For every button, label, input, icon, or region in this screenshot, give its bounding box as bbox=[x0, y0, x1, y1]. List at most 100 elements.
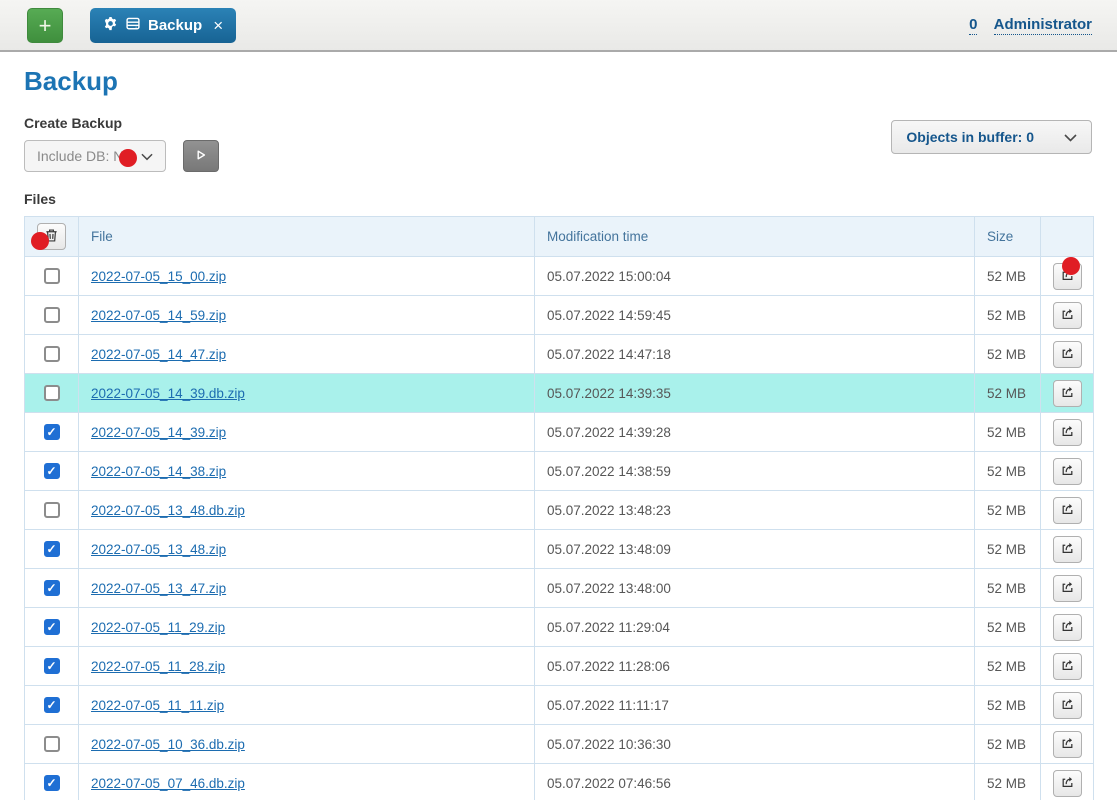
export-button[interactable] bbox=[1053, 770, 1082, 797]
close-icon[interactable]: × bbox=[213, 16, 223, 36]
row-mtime: 05.07.2022 14:39:28 bbox=[535, 413, 975, 452]
column-header-actions bbox=[1041, 217, 1094, 257]
file-link[interactable]: 2022-07-05_13_47.zip bbox=[91, 581, 226, 596]
export-icon bbox=[1060, 618, 1075, 636]
row-mtime: 05.07.2022 11:29:04 bbox=[535, 608, 975, 647]
row-checkbox[interactable] bbox=[44, 658, 60, 674]
click-marker-include-db bbox=[119, 149, 137, 167]
row-checkbox[interactable] bbox=[44, 385, 60, 401]
row-size: 52 MB bbox=[975, 452, 1041, 491]
file-link[interactable]: 2022-07-05_14_39.zip bbox=[91, 425, 226, 440]
run-backup-button[interactable] bbox=[183, 140, 219, 172]
column-header-size[interactable]: Size bbox=[975, 217, 1041, 257]
export-icon bbox=[1060, 384, 1075, 402]
row-checkbox[interactable] bbox=[44, 268, 60, 284]
files-table-body: 2022-07-05_15_00.zip 05.07.2022 15:00:04… bbox=[25, 257, 1094, 800]
export-icon bbox=[1060, 501, 1075, 519]
export-button[interactable] bbox=[1053, 497, 1082, 524]
row-size: 52 MB bbox=[975, 608, 1041, 647]
topbar: + Backup × 0 Administrator bbox=[0, 0, 1117, 52]
export-icon bbox=[1060, 540, 1075, 558]
table-row: 2022-07-05_11_28.zip 05.07.2022 11:28:06… bbox=[25, 647, 1094, 686]
row-checkbox[interactable] bbox=[44, 619, 60, 635]
table-row: 2022-07-05_10_36.db.zip 05.07.2022 10:36… bbox=[25, 725, 1094, 764]
click-marker-export-button bbox=[1062, 257, 1080, 275]
play-icon bbox=[193, 147, 209, 166]
row-size: 52 MB bbox=[975, 257, 1041, 296]
gear-icon bbox=[103, 16, 118, 35]
files-heading: Files bbox=[24, 191, 1117, 207]
file-link[interactable]: 2022-07-05_14_38.zip bbox=[91, 464, 226, 479]
row-checkbox[interactable] bbox=[44, 541, 60, 557]
database-icon bbox=[125, 16, 141, 35]
file-link[interactable]: 2022-07-05_15_00.zip bbox=[91, 269, 226, 284]
export-button[interactable] bbox=[1053, 731, 1082, 758]
export-button[interactable] bbox=[1053, 536, 1082, 563]
export-button[interactable] bbox=[1053, 341, 1082, 368]
column-header-file[interactable]: File bbox=[79, 217, 535, 257]
user-link[interactable]: Administrator bbox=[994, 16, 1092, 35]
export-button[interactable] bbox=[1053, 653, 1082, 680]
table-row: 2022-07-05_14_38.zip 05.07.2022 14:38:59… bbox=[25, 452, 1094, 491]
file-link[interactable]: 2022-07-05_14_39.db.zip bbox=[91, 386, 245, 401]
file-link[interactable]: 2022-07-05_11_11.zip bbox=[91, 698, 224, 713]
export-button[interactable] bbox=[1053, 302, 1082, 329]
row-mtime: 05.07.2022 13:48:09 bbox=[535, 530, 975, 569]
row-checkbox[interactable] bbox=[44, 424, 60, 440]
row-checkbox[interactable] bbox=[44, 502, 60, 518]
export-button[interactable] bbox=[1053, 575, 1082, 602]
row-mtime: 05.07.2022 14:47:18 bbox=[535, 335, 975, 374]
row-size: 52 MB bbox=[975, 725, 1041, 764]
export-icon bbox=[1060, 696, 1075, 714]
table-row: 2022-07-05_11_11.zip 05.07.2022 11:11:17… bbox=[25, 686, 1094, 725]
add-tab-button[interactable]: + bbox=[27, 8, 63, 43]
row-size: 52 MB bbox=[975, 413, 1041, 452]
row-mtime: 05.07.2022 15:00:04 bbox=[535, 257, 975, 296]
chevron-down-icon bbox=[141, 148, 153, 164]
row-size: 52 MB bbox=[975, 530, 1041, 569]
file-link[interactable]: 2022-07-05_13_48.zip bbox=[91, 542, 226, 557]
file-link[interactable]: 2022-07-05_10_36.db.zip bbox=[91, 737, 245, 752]
export-button[interactable] bbox=[1053, 692, 1082, 719]
row-size: 52 MB bbox=[975, 686, 1041, 725]
row-mtime: 05.07.2022 13:48:00 bbox=[535, 569, 975, 608]
export-button[interactable] bbox=[1053, 458, 1082, 485]
tab-backup[interactable]: Backup × bbox=[90, 8, 236, 43]
page-title: Backup bbox=[24, 66, 1117, 96]
export-button[interactable] bbox=[1053, 614, 1082, 641]
export-icon bbox=[1060, 423, 1075, 441]
row-checkbox[interactable] bbox=[44, 307, 60, 323]
row-checkbox[interactable] bbox=[44, 736, 60, 752]
buffer-label: Objects in buffer: 0 bbox=[906, 129, 1034, 145]
table-row: 2022-07-05_13_48.zip 05.07.2022 13:48:09… bbox=[25, 530, 1094, 569]
row-checkbox[interactable] bbox=[44, 697, 60, 713]
click-marker-delete-button bbox=[31, 232, 49, 250]
file-link[interactable]: 2022-07-05_13_48.db.zip bbox=[91, 503, 245, 518]
file-link[interactable]: 2022-07-05_14_47.zip bbox=[91, 347, 226, 362]
files-table: File Modification time Size 2022-07-05_1… bbox=[24, 216, 1094, 800]
row-checkbox[interactable] bbox=[44, 775, 60, 791]
table-row: 2022-07-05_14_47.zip 05.07.2022 14:47:18… bbox=[25, 335, 1094, 374]
column-header-mtime[interactable]: Modification time bbox=[535, 217, 975, 257]
row-checkbox[interactable] bbox=[44, 580, 60, 596]
table-row: 2022-07-05_07_46.db.zip 05.07.2022 07:46… bbox=[25, 764, 1094, 800]
chevron-down-icon bbox=[1064, 129, 1077, 145]
include-db-select[interactable]: Include DB: No bbox=[24, 140, 166, 172]
row-checkbox[interactable] bbox=[44, 463, 60, 479]
export-icon bbox=[1060, 462, 1075, 480]
tab-label: Backup bbox=[148, 17, 202, 34]
export-button[interactable] bbox=[1053, 380, 1082, 407]
file-link[interactable]: 2022-07-05_07_46.db.zip bbox=[91, 776, 245, 791]
plus-icon: + bbox=[39, 13, 52, 38]
notification-count-link[interactable]: 0 bbox=[969, 16, 977, 35]
buffer-dropdown[interactable]: Objects in buffer: 0 bbox=[891, 120, 1092, 154]
file-link[interactable]: 2022-07-05_11_29.zip bbox=[91, 620, 225, 635]
file-link[interactable]: 2022-07-05_14_59.zip bbox=[91, 308, 226, 323]
row-size: 52 MB bbox=[975, 296, 1041, 335]
row-checkbox[interactable] bbox=[44, 346, 60, 362]
export-icon bbox=[1060, 579, 1075, 597]
file-link[interactable]: 2022-07-05_11_28.zip bbox=[91, 659, 225, 674]
row-mtime: 05.07.2022 14:59:45 bbox=[535, 296, 975, 335]
row-mtime: 05.07.2022 11:11:17 bbox=[535, 686, 975, 725]
export-button[interactable] bbox=[1053, 419, 1082, 446]
